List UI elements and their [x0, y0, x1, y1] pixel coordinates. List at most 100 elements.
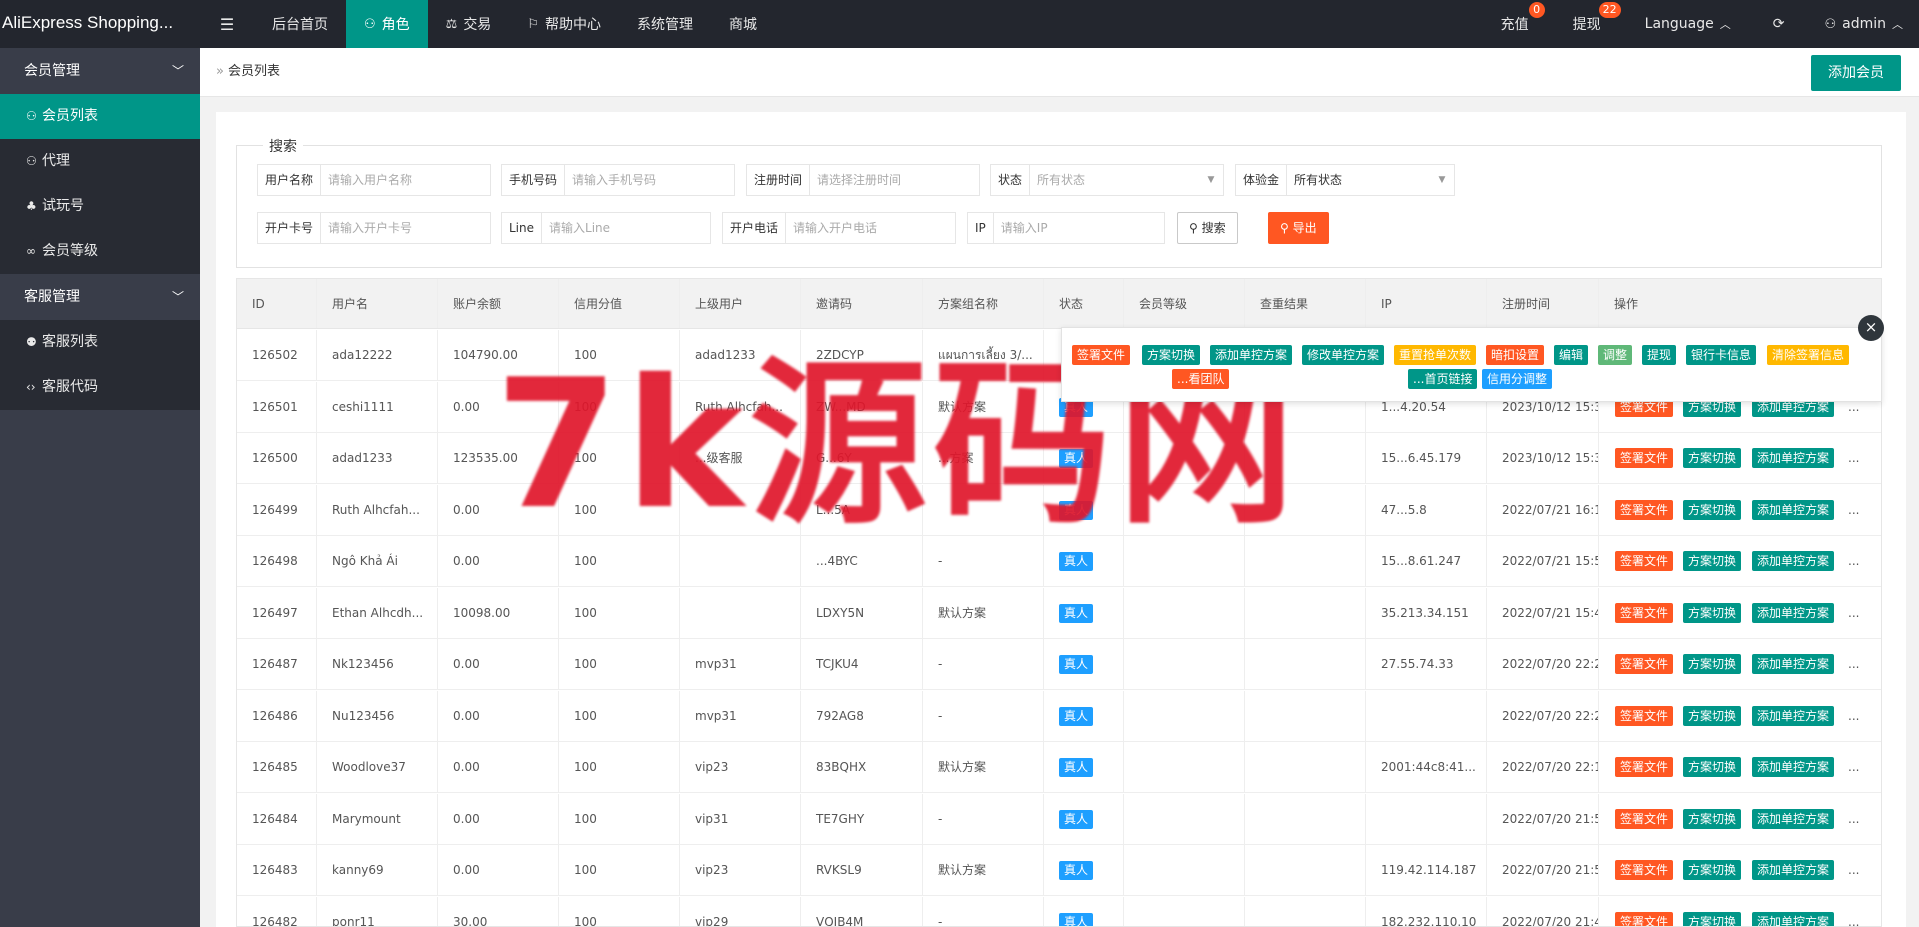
sidebar-item-support-code[interactable]: ‹› 客服代码: [0, 365, 200, 410]
sidebar-group-support[interactable]: 客服管理 ﹀: [0, 274, 200, 320]
sign-file-button[interactable]: 签署文件: [1615, 860, 1674, 880]
more-actions-button[interactable]: ...: [1843, 757, 1864, 777]
regtime-input[interactable]: 请选择注册时间: [810, 165, 979, 195]
sign-file-button[interactable]: 签署文件: [1615, 551, 1674, 571]
nav-mall[interactable]: 商城: [711, 0, 775, 48]
sidebar-item-support-list[interactable]: ⚉ 客服列表: [0, 320, 200, 365]
add-control-button[interactable]: 添加单控方案: [1752, 911, 1835, 926]
switch-scheme-button[interactable]: 方案切换: [1683, 654, 1742, 674]
more-actions-button[interactable]: ...: [1843, 500, 1864, 520]
col-credit[interactable]: 信用分值: [559, 279, 680, 328]
sign-file-button[interactable]: 签署文件: [1615, 499, 1674, 520]
line-input[interactable]: 请输入Line: [542, 213, 710, 243]
more-actions-button[interactable]: ...: [1843, 809, 1864, 829]
switch-scheme-button[interactable]: 方案切换: [1142, 345, 1201, 365]
more-actions-button[interactable]: ...: [1843, 912, 1864, 927]
reset-grab-button[interactable]: 重置抢单次数: [1394, 345, 1477, 365]
col-id[interactable]: ID: [237, 279, 317, 328]
nav-trade[interactable]: ⚖ 交易: [428, 0, 510, 48]
withdraw-button[interactable]: 提现: [1642, 345, 1677, 365]
sign-file-button[interactable]: 签署文件: [1615, 602, 1674, 623]
more-actions-button[interactable]: ...: [1843, 654, 1864, 674]
menu-toggle-icon[interactable]: ☰: [200, 0, 254, 48]
more-actions-button[interactable]: ...: [1843, 551, 1864, 571]
more-actions-button[interactable]: ...: [1843, 603, 1864, 623]
col-invite[interactable]: 邀请码: [801, 279, 923, 328]
ip-input[interactable]: 请输入IP: [994, 213, 1164, 243]
search-button[interactable]: ⚲ 搜索: [1177, 212, 1238, 244]
add-control-button[interactable]: 添加单控方案: [1210, 345, 1293, 365]
add-control-button[interactable]: 添加单控方案: [1752, 705, 1835, 726]
switch-scheme-button[interactable]: 方案切换: [1683, 448, 1742, 468]
status-select[interactable]: 状态 所有状态 ▼: [990, 164, 1224, 196]
close-icon[interactable]: ×: [1858, 315, 1884, 341]
admin-menu[interactable]: ⚇ admin ︿: [1804, 0, 1919, 48]
sign-file-button[interactable]: 签署文件: [1615, 654, 1674, 674]
switch-scheme-button[interactable]: 方案切换: [1683, 911, 1742, 926]
line-field[interactable]: Line 请输入Line: [501, 212, 711, 244]
sign-file-button[interactable]: 签署文件: [1615, 448, 1674, 468]
hidden-deduct-button[interactable]: 暗扣设置: [1486, 345, 1545, 365]
language-menu[interactable]: Language ︿: [1623, 0, 1753, 48]
regtime-field[interactable]: 注册时间 请选择注册时间: [746, 164, 980, 196]
withdraw-link[interactable]: 提现 22: [1551, 0, 1623, 48]
sidebar-item-member-list[interactable]: ⚇ 会员列表: [0, 94, 200, 139]
sidebar-item-trial[interactable]: ♣ 试玩号: [0, 184, 200, 229]
sidebar-item-member-level[interactable]: ∞ 会员等级: [0, 229, 200, 274]
username-field[interactable]: 用户名称 请输入用户名称: [257, 164, 491, 196]
col-ip[interactable]: IP: [1366, 279, 1487, 328]
phone-field[interactable]: 手机号码 请输入手机号码: [501, 164, 735, 196]
nav-roles[interactable]: ⚇ 角色: [346, 0, 428, 48]
phone-input[interactable]: 请输入手机号码: [565, 165, 734, 195]
bank-card-button[interactable]: 银行卡信息: [1686, 345, 1757, 365]
sidebar-item-agent[interactable]: ⚇ 代理: [0, 139, 200, 184]
col-username[interactable]: 用户名: [317, 279, 438, 328]
nav-home[interactable]: 后台首页: [254, 0, 346, 48]
trial-fund-select[interactable]: 体验金 所有状态 ▼: [1235, 164, 1455, 196]
add-control-button[interactable]: 添加单控方案: [1752, 757, 1835, 777]
switch-scheme-button[interactable]: 方案切换: [1683, 551, 1742, 571]
col-status[interactable]: 状态: [1044, 279, 1124, 328]
edit-button[interactable]: 编辑: [1554, 345, 1589, 365]
sign-file-button[interactable]: 签署文件: [1615, 757, 1674, 777]
switch-scheme-button[interactable]: 方案切换: [1683, 860, 1742, 880]
edit-control-button[interactable]: 修改单控方案: [1302, 345, 1385, 365]
sign-file-button[interactable]: 签署文件: [1615, 911, 1674, 926]
switch-scheme-button[interactable]: 方案切换: [1683, 808, 1742, 829]
ip-field[interactable]: IP 请输入IP: [967, 212, 1165, 244]
add-control-button[interactable]: 添加单控方案: [1752, 860, 1835, 880]
more-actions-button[interactable]: ...: [1843, 448, 1864, 468]
more-actions-button[interactable]: ...: [1843, 706, 1864, 726]
col-scheme[interactable]: 方案组名称: [923, 279, 1044, 328]
add-control-button[interactable]: 添加单控方案: [1752, 654, 1835, 674]
col-balance[interactable]: 账户余额: [438, 279, 559, 328]
col-dup[interactable]: 查重结果: [1245, 279, 1366, 328]
home-link-button[interactable]: ...首页链接: [1408, 369, 1478, 389]
view-team-button[interactable]: ...看团队: [1172, 369, 1230, 389]
sign-file-button[interactable]: 签署文件: [1615, 705, 1674, 726]
col-parent[interactable]: 上级用户: [680, 279, 801, 328]
open-phone-field[interactable]: 开户电话 请输入开户电话: [722, 212, 956, 244]
nav-system[interactable]: 系统管理: [619, 0, 711, 48]
add-control-button[interactable]: 添加单控方案: [1752, 808, 1835, 829]
card-field[interactable]: 开户卡号 请输入开户卡号: [257, 212, 491, 244]
more-actions-button[interactable]: ...: [1843, 860, 1864, 880]
sidebar-group-members[interactable]: 会员管理 ﹀: [0, 48, 200, 94]
sign-file-button[interactable]: 签署文件: [1615, 808, 1674, 829]
clear-sign-button[interactable]: 清除签署信息: [1767, 345, 1850, 365]
add-control-button[interactable]: 添加单控方案: [1752, 551, 1835, 571]
card-input[interactable]: 请输入开户卡号: [321, 213, 490, 243]
switch-scheme-button[interactable]: 方案切换: [1683, 499, 1742, 520]
refresh-icon[interactable]: ⟳: [1753, 0, 1805, 48]
sign-file-button[interactable]: 签署文件: [1072, 345, 1131, 365]
switch-scheme-button[interactable]: 方案切换: [1683, 602, 1742, 623]
open-phone-input[interactable]: 请输入开户电话: [786, 213, 955, 243]
export-button[interactable]: ⚲ 导出: [1268, 212, 1329, 244]
nav-help[interactable]: ⚐ 帮助中心: [509, 0, 619, 48]
add-control-button[interactable]: 添加单控方案: [1752, 448, 1835, 468]
switch-scheme-button[interactable]: 方案切换: [1683, 705, 1742, 726]
add-control-button[interactable]: 添加单控方案: [1752, 602, 1835, 623]
recharge-link[interactable]: 充值 0: [1479, 0, 1551, 48]
add-member-button[interactable]: 添加会员: [1811, 55, 1901, 91]
switch-scheme-button[interactable]: 方案切换: [1683, 757, 1742, 777]
